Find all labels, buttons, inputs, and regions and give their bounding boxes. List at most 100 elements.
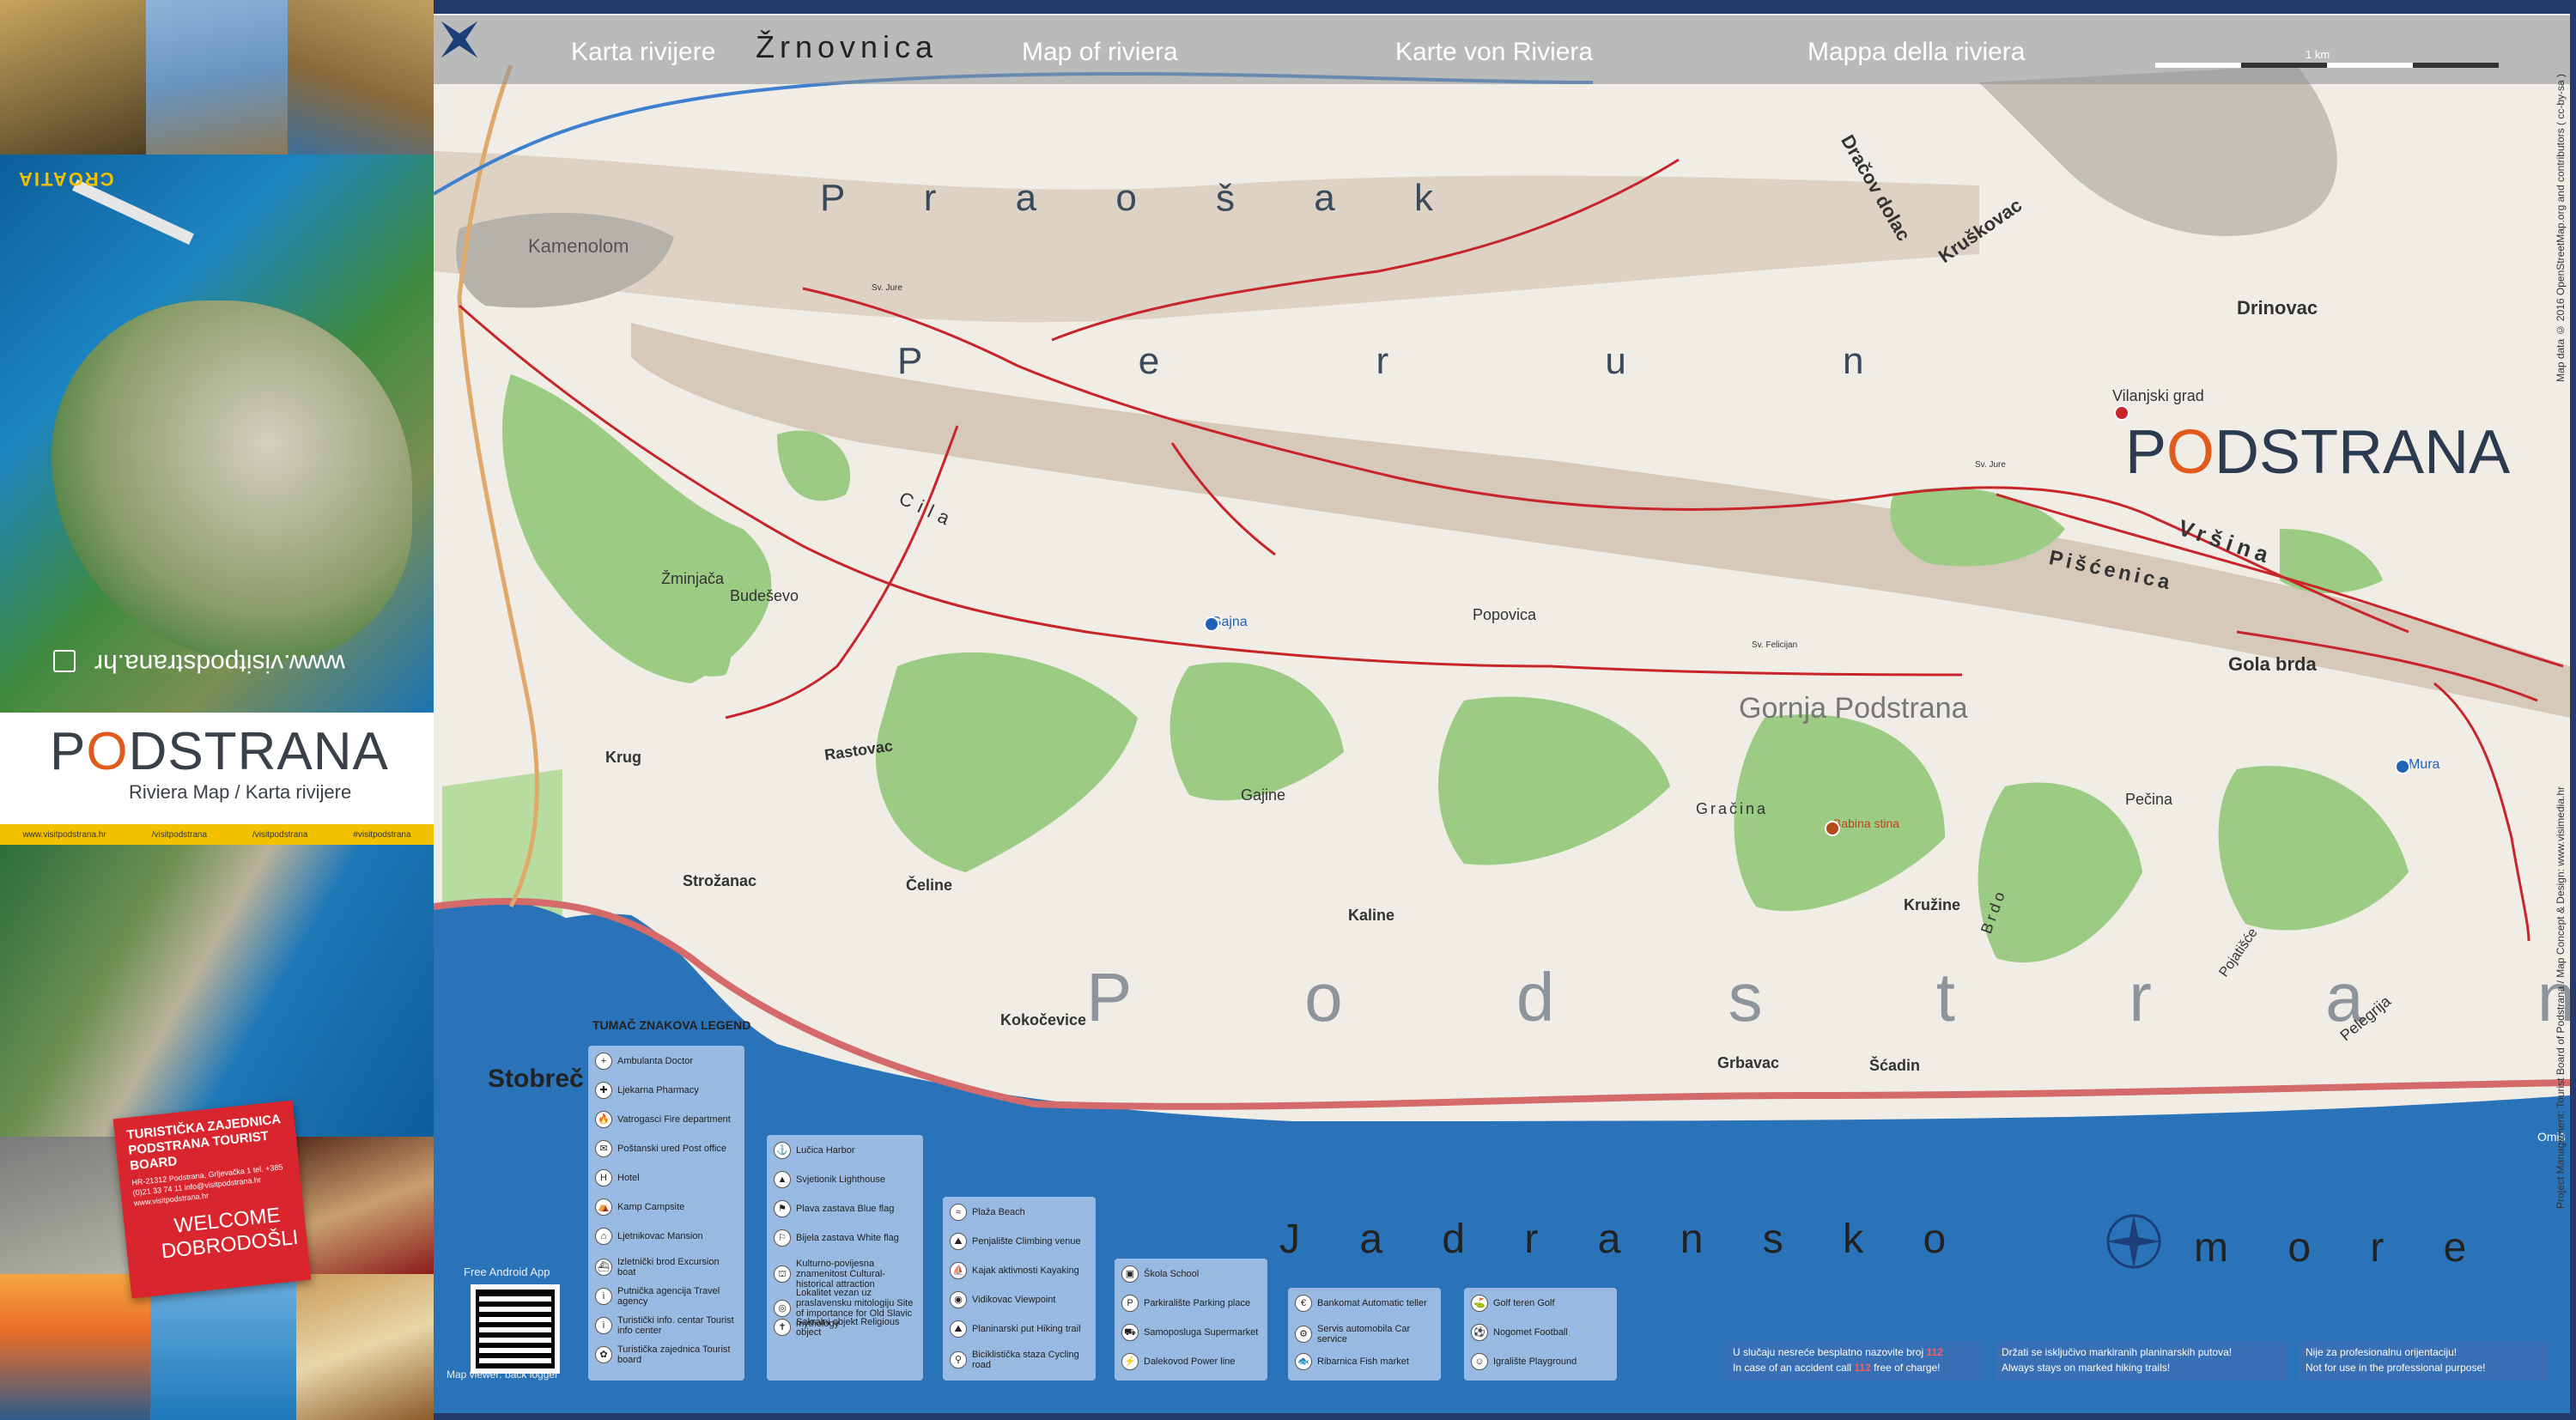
legend-item: ✿ Turistička zajednica Tourist board	[595, 1344, 738, 1365]
legend-item: + Ambulanta Doctor	[595, 1053, 738, 1070]
legend-label: Kulturno-povijesna znamenitost Cultural-…	[796, 1259, 885, 1290]
legend-item: ⛵ Kajak aktivnosti Kayaking	[950, 1262, 1089, 1279]
legend-label: Izletnički brod Excursion boat	[617, 1257, 720, 1277]
legend-title: TUMAČ ZNAKOVA LEGEND	[592, 1018, 751, 1032]
legend-item: ▣ Škola School	[1121, 1265, 1261, 1283]
legend-label: Plava zastava Blue flag	[796, 1204, 895, 1214]
qr-code[interactable]	[471, 1284, 560, 1374]
legend-column-3: ≈ Plaža Beach ⛰ Penjalište Climbing venue ⛵ K…	[943, 1197, 1096, 1381]
legend-item: ▲ Svjetionik Lighthouse	[774, 1171, 916, 1188]
label-budesevo: Budeševo	[730, 587, 799, 604]
label-perun: P e r u n	[897, 340, 1967, 382]
legend-label: Putnička agencija Travel agency	[617, 1286, 720, 1307]
logo-o: O	[86, 722, 129, 781]
social-instagram[interactable]: /visitpodstrana	[252, 830, 307, 840]
legend-label: Lučica Harbor	[796, 1145, 855, 1156]
social-website[interactable]: www.visitpodstrana.hr	[22, 830, 106, 840]
legend-item: ⛳ Golf teren Golf	[1471, 1295, 1610, 1312]
social-hashtag[interactable]: #visitpodstrana	[353, 830, 410, 840]
gajna-marker-icon[interactable]	[1204, 616, 1219, 632]
legend-symbol-icon: ⛟	[1121, 1324, 1139, 1341]
legend-column-5: € Bankomat Automatic teller ⚙ Servis automo…	[1288, 1288, 1441, 1381]
label-grbavac: Grbavac	[1717, 1054, 1780, 1071]
website-rotated[interactable]: www.visitpodstrana.hr	[94, 648, 345, 677]
mura-marker-icon[interactable]	[2395, 759, 2410, 774]
riviera-map-subtitle: Riviera Map / Karta rivijere	[129, 781, 352, 803]
legend-item: ✝ Sakralni objekt Religious object	[774, 1317, 916, 1338]
social-facebook[interactable]: /visitpodstrana	[152, 830, 207, 840]
forest-area-3	[1170, 662, 1344, 801]
legend-symbol-icon: ◉	[950, 1291, 967, 1308]
legend-symbol-icon: ▣	[1121, 1265, 1139, 1283]
welcome-text: WELCOME DOBRODOŠLI	[160, 1203, 300, 1264]
legend-label: Poštanski ured Post office	[617, 1144, 726, 1154]
website-icon	[53, 650, 76, 672]
riviera-map[interactable]: Karta rivijere Map of riviera Karte von …	[434, 14, 2570, 1413]
label-praosak: P r a o š a k	[820, 177, 1467, 219]
label-drinovac: Drinovac	[2237, 297, 2318, 319]
legend-column-6: ⛳ Golf teren Golf ⚽ Nogomet Football ☺ Igrali…	[1464, 1288, 1617, 1381]
legend-label: Nogomet Football	[1493, 1327, 1568, 1338]
legend-symbol-icon: ⛺	[595, 1199, 612, 1216]
brochure-cover-panel: CROATIA www.visitpodstrana.hr PODSTRANA …	[0, 0, 434, 1420]
legend-item: 🐟 Ribarnica Fish market	[1295, 1353, 1434, 1370]
legend-label: Ambulanta Doctor	[617, 1056, 694, 1066]
tourist-board-card: TURISTIČKA ZAJEDNICA PODSTRANA TOURIST B…	[112, 1100, 312, 1299]
legend-label: Vatrogasci Fire department	[617, 1114, 731, 1125]
legend-column-1: + Ambulanta Doctor ✚ Ljekarna Pharmacy 🔥 Vatr…	[588, 1046, 744, 1381]
babina-marker-icon[interactable]	[1825, 821, 1840, 836]
legend-label: Bankomat Automatic teller	[1317, 1298, 1427, 1308]
label-zminjaca: Žminjača	[661, 570, 725, 587]
legend-symbol-icon: ✝	[774, 1319, 791, 1336]
legend-symbol-icon: ⛳	[1471, 1295, 1488, 1312]
legend-item: ⛫ Kulturno-povijesna znamenitost Cultural…	[774, 1259, 916, 1290]
legend-item: ⛟ Samoposluga Supermarket	[1121, 1324, 1261, 1341]
sunset-photo	[0, 1274, 150, 1420]
legend-item: 🔥 Vatrogasci Fire department	[595, 1111, 738, 1128]
legend-symbol-icon: ✿	[595, 1346, 612, 1363]
legend-label: Turistički info. centar Tourist info cen…	[617, 1315, 734, 1336]
legend-symbol-icon: ⚲	[950, 1351, 967, 1368]
vilanjski-marker-icon[interactable]	[2114, 405, 2129, 421]
label-sv-jure-east: Sv. Jure	[1975, 460, 2006, 470]
legend-symbol-icon: ⚙	[1295, 1326, 1312, 1343]
legend-symbol-icon: i	[595, 1288, 612, 1305]
legend-symbol-icon: ⚑	[774, 1200, 791, 1217]
forest-area-7	[2218, 766, 2409, 931]
legend-column-2: ⚓ Lučica Harbor ▲ Svjetionik Lighthouse ⚑ Pla…	[767, 1135, 923, 1381]
legend-symbol-icon: 🔥	[595, 1111, 612, 1128]
legend-symbol-icon: i	[595, 1317, 612, 1334]
map-podstrana-logo: PODSTRANA	[2125, 418, 2511, 487]
label-krug: Krug	[605, 749, 641, 766]
upper-hill-shade	[1979, 65, 2337, 237]
podstrana-logo: PODSTRANA	[50, 722, 389, 781]
trail-6	[2433, 682, 2530, 942]
legend-item: ⚐ Bijela zastava White flag	[774, 1229, 916, 1247]
label-gola-brda: Gola brda	[2228, 653, 2317, 675]
legend-item: ⚲ Biciklistička staza Cycling road	[950, 1350, 1089, 1370]
title-german: Karte von Riviera	[1395, 38, 1594, 66]
emergency-number-en: 112	[1854, 1362, 1871, 1374]
legend-symbol-icon: ⛰	[950, 1233, 967, 1250]
coast-photo	[0, 845, 434, 1137]
legend-symbol-icon: ✚	[595, 1082, 612, 1099]
osm-credit: Map data © 2016 OpenStreetMap.org and co…	[2555, 74, 2567, 382]
title-italian: Mappa della riviera	[1807, 38, 2026, 66]
legend-label: Ljetnikovac Mansion	[617, 1231, 703, 1241]
orientation-notice: Nije za profesionalnu orijentaciju! Not …	[2299, 1341, 2548, 1381]
legend-symbol-icon: ⚽	[1471, 1324, 1488, 1341]
legend-symbol-icon: ⛵	[950, 1262, 967, 1279]
label-kamenolom: Kamenolom	[528, 235, 629, 257]
legend-label: Penjalište Climbing venue	[972, 1236, 1081, 1247]
climbing-photo-1	[0, 0, 146, 155]
legend-item: ⌂ Ljetnikovac Mansion	[595, 1228, 738, 1245]
compass-rose-icon	[440, 21, 478, 58]
emergency-number: 112	[1926, 1346, 1943, 1358]
legend-label: Biciklistička staza Cycling road	[972, 1350, 1079, 1370]
legend-item: ◉ Vidikovac Viewpoint	[950, 1291, 1089, 1308]
legend-label: Dalekovod Power line	[1144, 1356, 1236, 1367]
forest-area-4	[1438, 696, 1670, 865]
legend-symbol-icon: ≈	[950, 1204, 967, 1221]
forest-area-1	[502, 374, 772, 683]
legend-symbol-icon: ⌂	[595, 1228, 612, 1245]
